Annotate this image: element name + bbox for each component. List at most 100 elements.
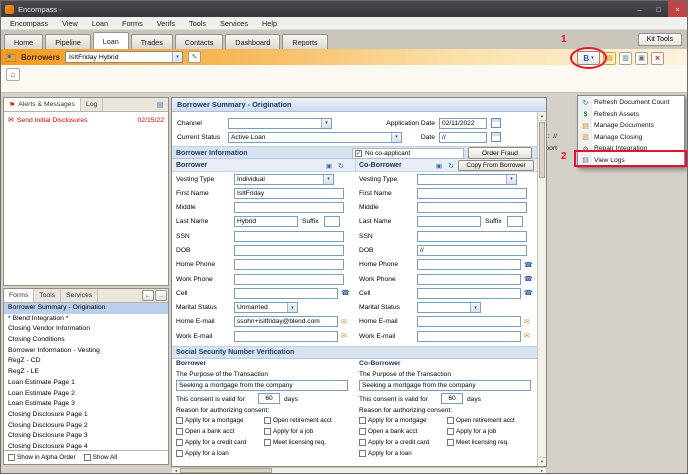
- checkbox-checked-icon[interactable]: [355, 150, 362, 157]
- home-phone-input[interactable]: [234, 259, 344, 271]
- tab-log[interactable]: Log: [81, 98, 104, 111]
- menu-help[interactable]: Help: [255, 19, 284, 28]
- edit-borrowers-button[interactable]: [188, 51, 201, 63]
- chevron-down-icon[interactable]: [321, 118, 331, 128]
- forms-list-item[interactable]: RegZ - LE: [4, 367, 168, 378]
- checkbox-icon[interactable]: [359, 427, 366, 435]
- tab-services[interactable]: Services: [61, 289, 99, 302]
- tab-forms[interactable]: Forms: [4, 289, 35, 302]
- coborrower-middle-input[interactable]: [417, 202, 527, 214]
- tab-trades[interactable]: Trades: [130, 34, 173, 49]
- cell-input[interactable]: [234, 287, 338, 299]
- minimize-button[interactable]: –: [630, 1, 649, 17]
- reason-checkbox[interactable]: Open a bank acct: [359, 427, 417, 435]
- menu-item-refresh-assets[interactable]: Refresh Assets: [579, 109, 683, 121]
- reason-checkbox[interactable]: Apply for a credit card: [359, 438, 429, 446]
- people-icon[interactable]: [324, 161, 334, 170]
- chevron-down-icon[interactable]: [287, 303, 297, 313]
- coborrower-work-phone-input[interactable]: [417, 273, 521, 285]
- coborrower-cell-input[interactable]: [417, 287, 521, 299]
- calendar-icon[interactable]: [491, 132, 501, 142]
- forms-list-item[interactable]: Loan Estimate Page 3: [4, 399, 168, 410]
- back-arrow-icon[interactable]: ←: [142, 290, 154, 301]
- reason-checkbox[interactable]: Apply for a loan: [176, 449, 229, 457]
- menu-encompass[interactable]: Encompass: [3, 19, 55, 28]
- checkbox-icon[interactable]: [176, 427, 183, 435]
- coborrower-marital-status-select[interactable]: [417, 302, 481, 314]
- forms-list-item[interactable]: Closing Disclosure Page 1: [4, 410, 168, 421]
- coborrower-first-name-input[interactable]: [417, 187, 527, 199]
- dob-input[interactable]: [234, 244, 344, 256]
- home-icon[interactable]: [6, 68, 20, 81]
- reason-checkbox[interactable]: Apply for a mortgage: [176, 416, 243, 424]
- checkbox-icon[interactable]: [447, 416, 454, 424]
- chevron-down-icon[interactable]: [172, 52, 182, 62]
- channel-select[interactable]: [228, 117, 332, 129]
- scrollbar-thumb[interactable]: [180, 468, 272, 473]
- consent-days-input[interactable]: [258, 392, 280, 404]
- forms-list-item[interactable]: Borrower Information - Vesting: [4, 346, 168, 357]
- coborrower-ssn-input[interactable]: [417, 230, 527, 242]
- menu-verifs[interactable]: Verifs: [150, 19, 182, 28]
- mail-icon[interactable]: [341, 332, 347, 340]
- chevron-down-icon[interactable]: [323, 174, 333, 184]
- forms-list-item[interactable]: Borrower Summary - Origination: [4, 303, 168, 314]
- forms-list-item[interactable]: RegZ - CD: [4, 356, 168, 367]
- maximize-button[interactable]: □: [649, 1, 668, 17]
- scroll-right-icon[interactable]: ▸: [538, 468, 546, 474]
- home-email-input[interactable]: [234, 316, 338, 328]
- coborrower-dob-input[interactable]: [417, 244, 527, 256]
- show-alpha-checkbox[interactable]: Show in Alpha Order: [8, 454, 76, 461]
- menu-item-manage-closing[interactable]: Manage Closing: [579, 132, 683, 144]
- chevron-down-icon[interactable]: [470, 303, 480, 313]
- coborrower-consent-days-input[interactable]: [441, 392, 463, 404]
- forms-list-item[interactable]: Closing Conditions: [4, 335, 168, 346]
- refresh-icon[interactable]: [446, 161, 456, 170]
- phone-icon[interactable]: [524, 275, 533, 283]
- forms-list-item[interactable]: Closing Disclosure Page 4: [4, 442, 168, 450]
- vertical-scrollbar[interactable]: ▴ ▾: [537, 112, 546, 466]
- copy-from-borrower-button[interactable]: Copy From Borrower: [458, 160, 534, 171]
- horizontal-scrollbar[interactable]: ◂ ▸: [171, 467, 547, 474]
- first-name-input[interactable]: [234, 187, 344, 199]
- chevron-down-icon[interactable]: [506, 174, 516, 184]
- reason-checkbox[interactable]: Open a bank acct: [176, 427, 234, 435]
- date-input[interactable]: [439, 131, 487, 143]
- menu-services[interactable]: Services: [213, 19, 255, 28]
- refresh-icon[interactable]: [336, 161, 346, 170]
- people-icon[interactable]: [434, 161, 444, 170]
- application-date-input[interactable]: [439, 117, 487, 129]
- coborrower-work-email-input[interactable]: [417, 330, 521, 342]
- tab-dashboard[interactable]: Dashboard: [225, 34, 281, 49]
- close-loan-icon[interactable]: [651, 51, 664, 65]
- no-coapplicant-checkbox[interactable]: No co-applicant: [352, 148, 464, 159]
- vesting-type-select[interactable]: Individual: [234, 173, 334, 185]
- menu-loan[interactable]: Loan: [85, 19, 115, 28]
- scrollbar-thumb[interactable]: [539, 122, 545, 178]
- checkbox-icon[interactable]: [264, 416, 271, 424]
- coborrower-home-phone-input[interactable]: [417, 259, 521, 271]
- reason-checkbox[interactable]: Open retirement acct: [447, 416, 515, 424]
- checkbox-icon[interactable]: [264, 427, 271, 435]
- forms-list-item[interactable]: Closing Vendor Information: [4, 324, 168, 335]
- mail-icon[interactable]: [524, 332, 530, 340]
- close-button[interactable]: ×: [668, 1, 687, 17]
- reason-checkbox[interactable]: Apply for a loan: [359, 449, 412, 457]
- tab-loan[interactable]: Loan: [92, 32, 129, 49]
- reason-checkbox[interactable]: Apply for a credit card: [176, 438, 246, 446]
- scroll-down-icon[interactable]: ▾: [538, 457, 546, 466]
- calendar-icon[interactable]: [491, 118, 501, 128]
- order-fraud-button[interactable]: Order Fraud: [468, 147, 532, 159]
- mail-icon[interactable]: [524, 318, 530, 326]
- save-icon[interactable]: [635, 51, 648, 65]
- ssn-input[interactable]: [234, 230, 344, 242]
- checkbox-icon[interactable]: [8, 454, 15, 461]
- menu-view[interactable]: View: [55, 19, 85, 28]
- show-all-checkbox[interactable]: Show All: [83, 454, 117, 461]
- forms-list-item[interactable]: Loan Estimate Page 1: [4, 378, 168, 389]
- reason-checkbox[interactable]: Apply for a mortgage: [359, 416, 426, 424]
- tab-reports[interactable]: Reports: [282, 34, 328, 49]
- coborrower-last-name-input[interactable]: [417, 216, 481, 228]
- checkbox-icon[interactable]: [359, 416, 366, 424]
- phone-icon[interactable]: [524, 261, 533, 269]
